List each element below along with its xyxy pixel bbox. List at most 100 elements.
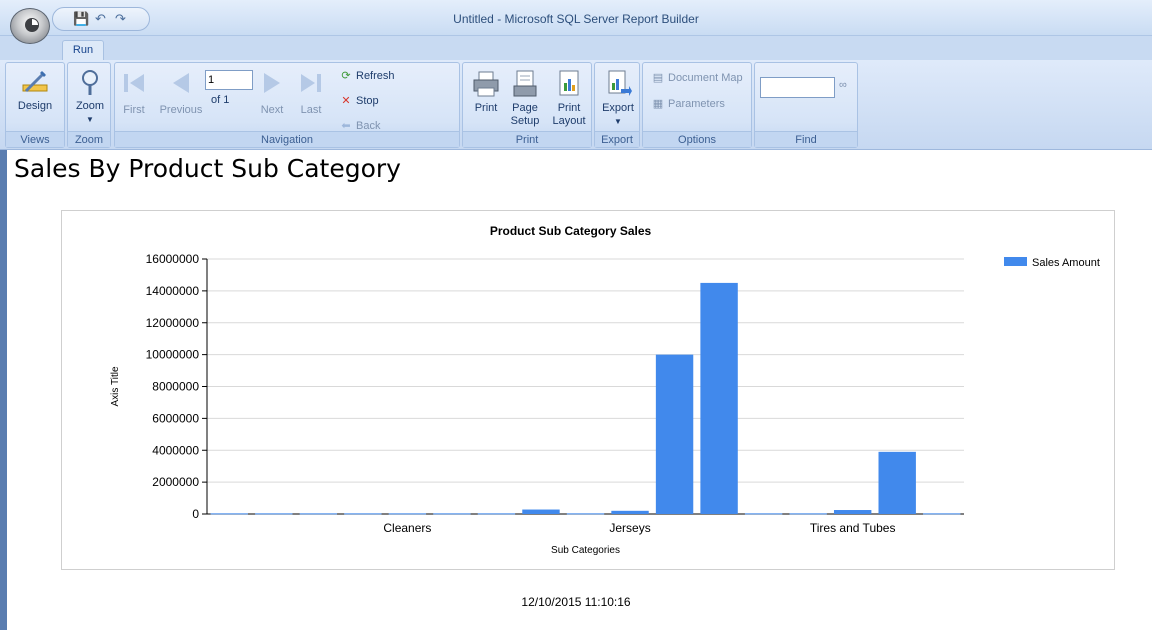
refresh-icon: ⟳ xyxy=(341,70,351,82)
print-layout-label-line2: Layout xyxy=(552,115,586,127)
first-page-icon xyxy=(124,74,144,92)
bar xyxy=(611,510,649,514)
page-setup-label-line2: Setup xyxy=(510,115,540,127)
bar xyxy=(923,513,961,515)
print-group: Print Page Setup Print Layout Print xyxy=(462,62,592,148)
y-tick-label: 2000000 xyxy=(152,475,199,489)
print-label: Print xyxy=(474,102,498,114)
next-page-button[interactable]: Next xyxy=(255,69,289,117)
page-setup-button[interactable]: Page Setup xyxy=(505,69,545,128)
find-group-label: Find xyxy=(755,131,857,147)
bar xyxy=(299,513,338,515)
left-edge-bar xyxy=(0,150,7,630)
y-tick-label: 8000000 xyxy=(152,380,199,394)
refresh-button[interactable]: ⟳ Refresh xyxy=(339,69,395,82)
options-group-label: Options xyxy=(643,131,751,147)
legend-label: Sales Amount xyxy=(1032,257,1100,269)
y-tick-label: 0 xyxy=(192,507,199,521)
bar xyxy=(878,451,916,514)
next-label: Next xyxy=(260,104,284,116)
find-binoculars-icon[interactable]: ∞ xyxy=(839,79,847,91)
y-tick-label: 12000000 xyxy=(146,316,200,330)
bar xyxy=(566,513,605,515)
printer-icon xyxy=(473,71,499,97)
find-input[interactable] xyxy=(760,77,835,98)
stop-label: Stop xyxy=(356,95,379,107)
x-tick-label: Tires and Tubes xyxy=(810,521,896,535)
next-page-icon xyxy=(264,73,280,93)
execution-timestamp: 12/10/2015 11:10:16 xyxy=(521,595,631,609)
bar xyxy=(744,513,783,515)
export-label: Export xyxy=(602,102,634,114)
previous-label: Previous xyxy=(159,104,203,116)
print-button[interactable]: Print xyxy=(469,69,503,115)
y-axis-title: Axis Title xyxy=(110,366,121,406)
bar xyxy=(255,513,293,515)
stop-button[interactable]: ✕ Stop xyxy=(339,94,379,107)
ribbon-tabs: Run xyxy=(0,36,1152,60)
options-group: ▤ Document Map ▦ Parameters Options xyxy=(642,62,752,148)
y-tick-label: 16000000 xyxy=(146,252,200,266)
document-map-button[interactable]: ▤ Document Map xyxy=(651,71,743,84)
first-label: First xyxy=(123,104,145,116)
export-group: Export ▼ Export xyxy=(594,62,640,148)
parameters-button[interactable]: ▦ Parameters xyxy=(651,97,725,110)
previous-page-button[interactable]: Previous xyxy=(159,69,203,117)
zoom-button[interactable]: Zoom ▼ xyxy=(71,67,109,126)
document-map-icon: ▤ xyxy=(652,72,664,84)
stop-icon: ✕ xyxy=(341,95,351,107)
x-axis-title: Sub Categories xyxy=(551,545,620,556)
bar xyxy=(388,513,427,515)
zoom-group-label: Zoom xyxy=(68,131,110,147)
navigation-group: First Previous of 1 Next Last ⟳ Refresh xyxy=(114,62,460,148)
print-layout-icon xyxy=(559,70,579,96)
views-group-label: Views xyxy=(6,131,64,147)
previous-page-icon xyxy=(173,73,189,93)
bar xyxy=(344,513,382,515)
y-tick-label: 14000000 xyxy=(146,284,200,298)
page-setup-icon xyxy=(513,70,537,97)
bar xyxy=(655,354,694,514)
x-tick-label: Cleaners xyxy=(383,521,431,535)
chart-container: Product Sub Category Sales 0 2000000 400000… xyxy=(61,210,1115,570)
export-group-label: Export xyxy=(595,131,639,147)
bar xyxy=(210,513,248,515)
page-number-input[interactable] xyxy=(205,70,253,90)
zoom-label: Zoom xyxy=(75,100,105,112)
zoom-group: Zoom ▼ Zoom xyxy=(67,62,111,148)
last-label: Last xyxy=(300,104,322,116)
export-icon xyxy=(608,70,632,96)
find-group: ∞ Find xyxy=(754,62,858,148)
print-group-label: Print xyxy=(463,131,591,147)
export-chevron-down-icon: ▼ xyxy=(614,117,622,126)
parameters-label: Parameters xyxy=(668,98,725,110)
bar xyxy=(433,513,471,515)
document-map-label: Document Map xyxy=(668,72,743,84)
y-tick-label: 4000000 xyxy=(152,443,199,457)
print-layout-button[interactable]: Print Layout xyxy=(549,69,589,128)
views-group: Design Views xyxy=(5,62,65,148)
bar xyxy=(522,509,560,514)
refresh-label: Refresh xyxy=(356,70,395,82)
window-title: Untitled - Microsoft SQL Server Report B… xyxy=(453,12,699,26)
app-menu-button[interactable] xyxy=(10,8,50,44)
design-button[interactable]: Design xyxy=(15,67,55,113)
navigation-group-label: Navigation xyxy=(115,131,459,147)
first-page-button[interactable]: First xyxy=(119,69,149,117)
report-title: Sales By Product Sub Category xyxy=(14,154,401,183)
print-layout-label-line1: Print xyxy=(557,102,581,114)
page-count-label: of 1 xyxy=(211,94,230,106)
page-setup-label-line1: Page xyxy=(512,102,538,114)
ribbon: Design Views Zoom ▼ Zoom First Previous … xyxy=(0,60,1152,150)
bar xyxy=(789,513,827,515)
last-page-icon xyxy=(301,74,321,92)
design-icon xyxy=(22,71,48,93)
bar xyxy=(700,282,738,514)
tab-run[interactable]: Run xyxy=(62,40,104,60)
title-bar: 💾 ↶ ↷ Untitled - Microsoft SQL Server Re… xyxy=(0,0,1152,36)
chart-title: Product Sub Category Sales xyxy=(490,224,652,238)
report-builder-logo-icon xyxy=(25,18,39,32)
bar xyxy=(833,510,872,514)
last-page-button[interactable]: Last xyxy=(295,69,327,117)
export-button[interactable]: Export ▼ xyxy=(599,69,637,128)
